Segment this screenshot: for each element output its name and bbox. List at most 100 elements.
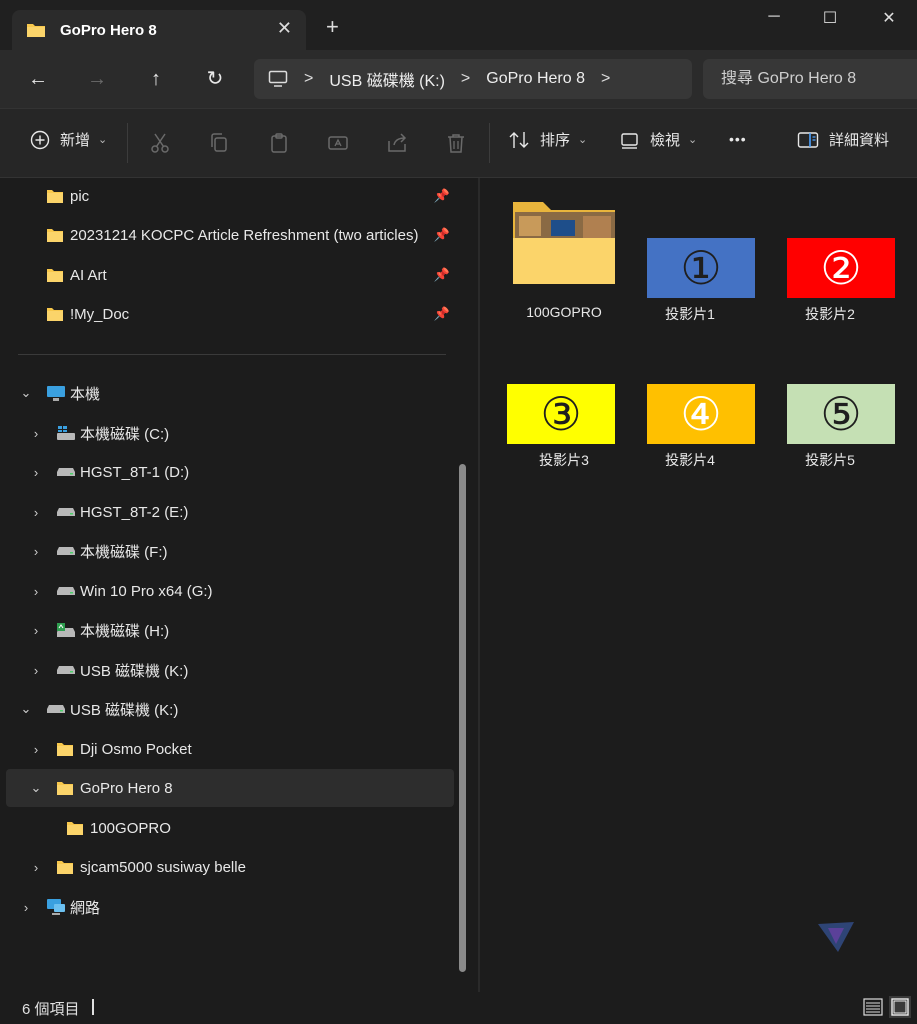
- sidebar-item-drive-e[interactable]: › HGST_8T-2 (E:): [6, 493, 454, 531]
- chevron-right-icon[interactable]: ›: [28, 544, 44, 559]
- folder-icon: [47, 189, 63, 203]
- command-bar: 新增 ⌄ 排序 ⌄ 檢視 ⌄ ••• 詳細資料: [0, 108, 917, 178]
- slide-thumbnail: ⑤: [787, 384, 895, 444]
- chevron-right-icon[interactable]: ›: [28, 465, 44, 480]
- share-icon[interactable]: [385, 131, 409, 155]
- sidebar-item-drive-d[interactable]: › HGST_8T-1 (D:): [6, 453, 454, 491]
- sidebar-divider: [18, 354, 446, 355]
- sidebar-item-usb-drive-k[interactable]: ⌄ USB 磁碟機 (K:): [6, 690, 454, 728]
- navigation-pane: pic 📌 20231214 KOCPC Article Refreshment…: [0, 178, 478, 992]
- computer-icon: [268, 70, 288, 87]
- details-pane-button[interactable]: 詳細資料: [797, 129, 889, 150]
- rename-icon[interactable]: [326, 131, 350, 155]
- breadcrumb-gopro-hero-8[interactable]: GoPro Hero 8: [486, 70, 585, 88]
- chevron-down-icon[interactable]: ⌄: [18, 701, 34, 717]
- file-item-slide-4[interactable]: ④ 投影片4: [620, 344, 760, 474]
- navigation-bar: ← → ↑ ↻ > USB 磁碟機 (K:) > GoPro Hero 8 >: [0, 50, 917, 108]
- slide-thumbnail: ④: [647, 384, 755, 444]
- details-pane-icon: [797, 131, 819, 148]
- pin-icon[interactable]: 📌: [434, 188, 450, 204]
- more-options-button[interactable]: •••: [729, 131, 747, 147]
- chevron-right-icon[interactable]: ›: [28, 663, 44, 678]
- pin-icon[interactable]: 📌: [434, 227, 450, 243]
- view-button[interactable]: 檢視 ⌄: [620, 129, 697, 150]
- chevron-right-icon[interactable]: ›: [28, 742, 44, 757]
- back-button[interactable]: ←: [23, 64, 53, 94]
- sidebar-item-gopro-hero-8[interactable]: ⌄ GoPro Hero 8: [6, 769, 454, 807]
- sidebar-item-label: pic: [70, 187, 90, 205]
- paste-icon[interactable]: [267, 131, 291, 155]
- chevron-right-icon: >: [304, 70, 314, 87]
- chevron-right-icon[interactable]: ›: [28, 505, 44, 520]
- chevron-right-icon[interactable]: ›: [28, 584, 44, 599]
- up-button[interactable]: ↑: [141, 64, 171, 94]
- sidebar-item-drive-c[interactable]: › 本機磁碟 (C:): [6, 414, 454, 452]
- sidebar-item-this-pc[interactable]: ⌄ 本機: [6, 374, 454, 412]
- sidebar-item-drive-f[interactable]: › 本機磁碟 (F:): [6, 532, 454, 570]
- close-tab-button[interactable]: ✕: [277, 18, 292, 39]
- breadcrumb-usb-drive[interactable]: USB 磁碟機 (K:): [329, 67, 445, 91]
- maximize-button[interactable]: ☐: [810, 8, 850, 32]
- large-icons-view-icon[interactable]: [889, 996, 911, 1018]
- chevron-down-icon[interactable]: ⌄: [28, 780, 44, 796]
- new-tab-button[interactable]: +: [326, 14, 339, 40]
- cut-icon[interactable]: [148, 131, 172, 155]
- sidebar-item-pic[interactable]: pic 📌: [6, 178, 454, 215]
- file-item-slide-1[interactable]: ① 投影片1: [620, 198, 760, 328]
- sidebar-item-my-doc[interactable]: !My_Doc 📌: [6, 295, 454, 333]
- slide-thumbnail: ③: [507, 384, 615, 444]
- folder-icon: [57, 781, 73, 795]
- refresh-button[interactable]: ↻: [200, 64, 230, 94]
- sidebar-item-label: 本機磁碟 (C:): [80, 425, 170, 443]
- plus-circle-icon: [30, 130, 50, 149]
- forward-button[interactable]: →: [82, 64, 112, 94]
- sort-label: 排序: [540, 132, 571, 149]
- search-box[interactable]: [703, 59, 917, 99]
- sidebar-item-drive-k[interactable]: › USB 磁碟機 (K:): [6, 651, 454, 689]
- address-bar[interactable]: > USB 磁碟機 (K:) > GoPro Hero 8 >: [254, 59, 692, 99]
- file-item-slide-3[interactable]: ③ 投影片3: [480, 344, 620, 474]
- chevron-right-icon[interactable]: ›: [28, 426, 44, 441]
- network-icon: [47, 899, 65, 915]
- sidebar-item-ai-art[interactable]: AI Art 📌: [6, 256, 454, 294]
- text-caret: [92, 999, 94, 1015]
- hard-drive-icon: [57, 468, 75, 476]
- new-button[interactable]: 新增 ⌄: [30, 129, 107, 150]
- delete-icon[interactable]: [444, 131, 468, 155]
- folder-item-100gopro[interactable]: 100GOPRO: [494, 198, 634, 328]
- close-window-button[interactable]: ✕: [869, 8, 909, 32]
- sidebar-item-label: Win 10 Pro x64 (G:): [80, 582, 213, 600]
- sidebar-scrollbar[interactable]: [459, 464, 466, 972]
- pin-icon[interactable]: 📌: [434, 267, 450, 283]
- sidebar-item-drive-h[interactable]: › 本機磁碟 (H:): [6, 611, 454, 649]
- sidebar-item-kocpc-article[interactable]: 20231214 KOCPC Article Refreshment (two …: [6, 216, 454, 254]
- sidebar-item-dji-osmo-pocket[interactable]: › Dji Osmo Pocket: [6, 730, 454, 768]
- sidebar-item-network[interactable]: › 網路: [6, 888, 454, 926]
- search-input[interactable]: [703, 70, 903, 88]
- minimize-button[interactable]: ─: [754, 8, 794, 32]
- details-view-icon[interactable]: [862, 996, 884, 1018]
- file-item-slide-2[interactable]: ② 投影片2: [760, 198, 900, 328]
- item-name: 投影片2: [805, 306, 855, 322]
- sidebar-item-drive-g[interactable]: › Win 10 Pro x64 (G:): [6, 572, 454, 610]
- sidebar-item-sjcam5000[interactable]: › sjcam5000 susiway belle: [6, 848, 454, 886]
- sidebar-item-100gopro[interactable]: 100GOPRO: [6, 809, 454, 847]
- chevron-right-icon[interactable]: >: [601, 70, 610, 88]
- view-label: 檢視: [650, 132, 681, 149]
- file-item-slide-5[interactable]: ⑤ 投影片5: [760, 344, 900, 474]
- sidebar-item-label: HGST_8T-1 (D:): [80, 463, 190, 481]
- chevron-down-icon[interactable]: ⌄: [18, 385, 34, 401]
- chevron-down-icon: ⌄: [578, 134, 588, 146]
- chevron-right-icon[interactable]: ›: [28, 623, 44, 638]
- usb-drive-icon: [57, 666, 75, 674]
- item-name: 投影片1: [665, 306, 715, 322]
- chevron-right-icon[interactable]: ›: [18, 900, 34, 915]
- windows-drive-icon: [57, 426, 75, 440]
- chevron-right-icon[interactable]: ›: [28, 860, 44, 875]
- view-icon: [621, 132, 638, 149]
- tab-gopro-hero-8[interactable]: GoPro Hero 8 ✕: [12, 10, 306, 50]
- copy-icon[interactable]: [207, 131, 231, 155]
- pin-icon[interactable]: 📌: [434, 306, 450, 322]
- sidebar-item-label: 100GOPRO: [90, 819, 171, 837]
- sort-button[interactable]: 排序 ⌄: [508, 129, 587, 150]
